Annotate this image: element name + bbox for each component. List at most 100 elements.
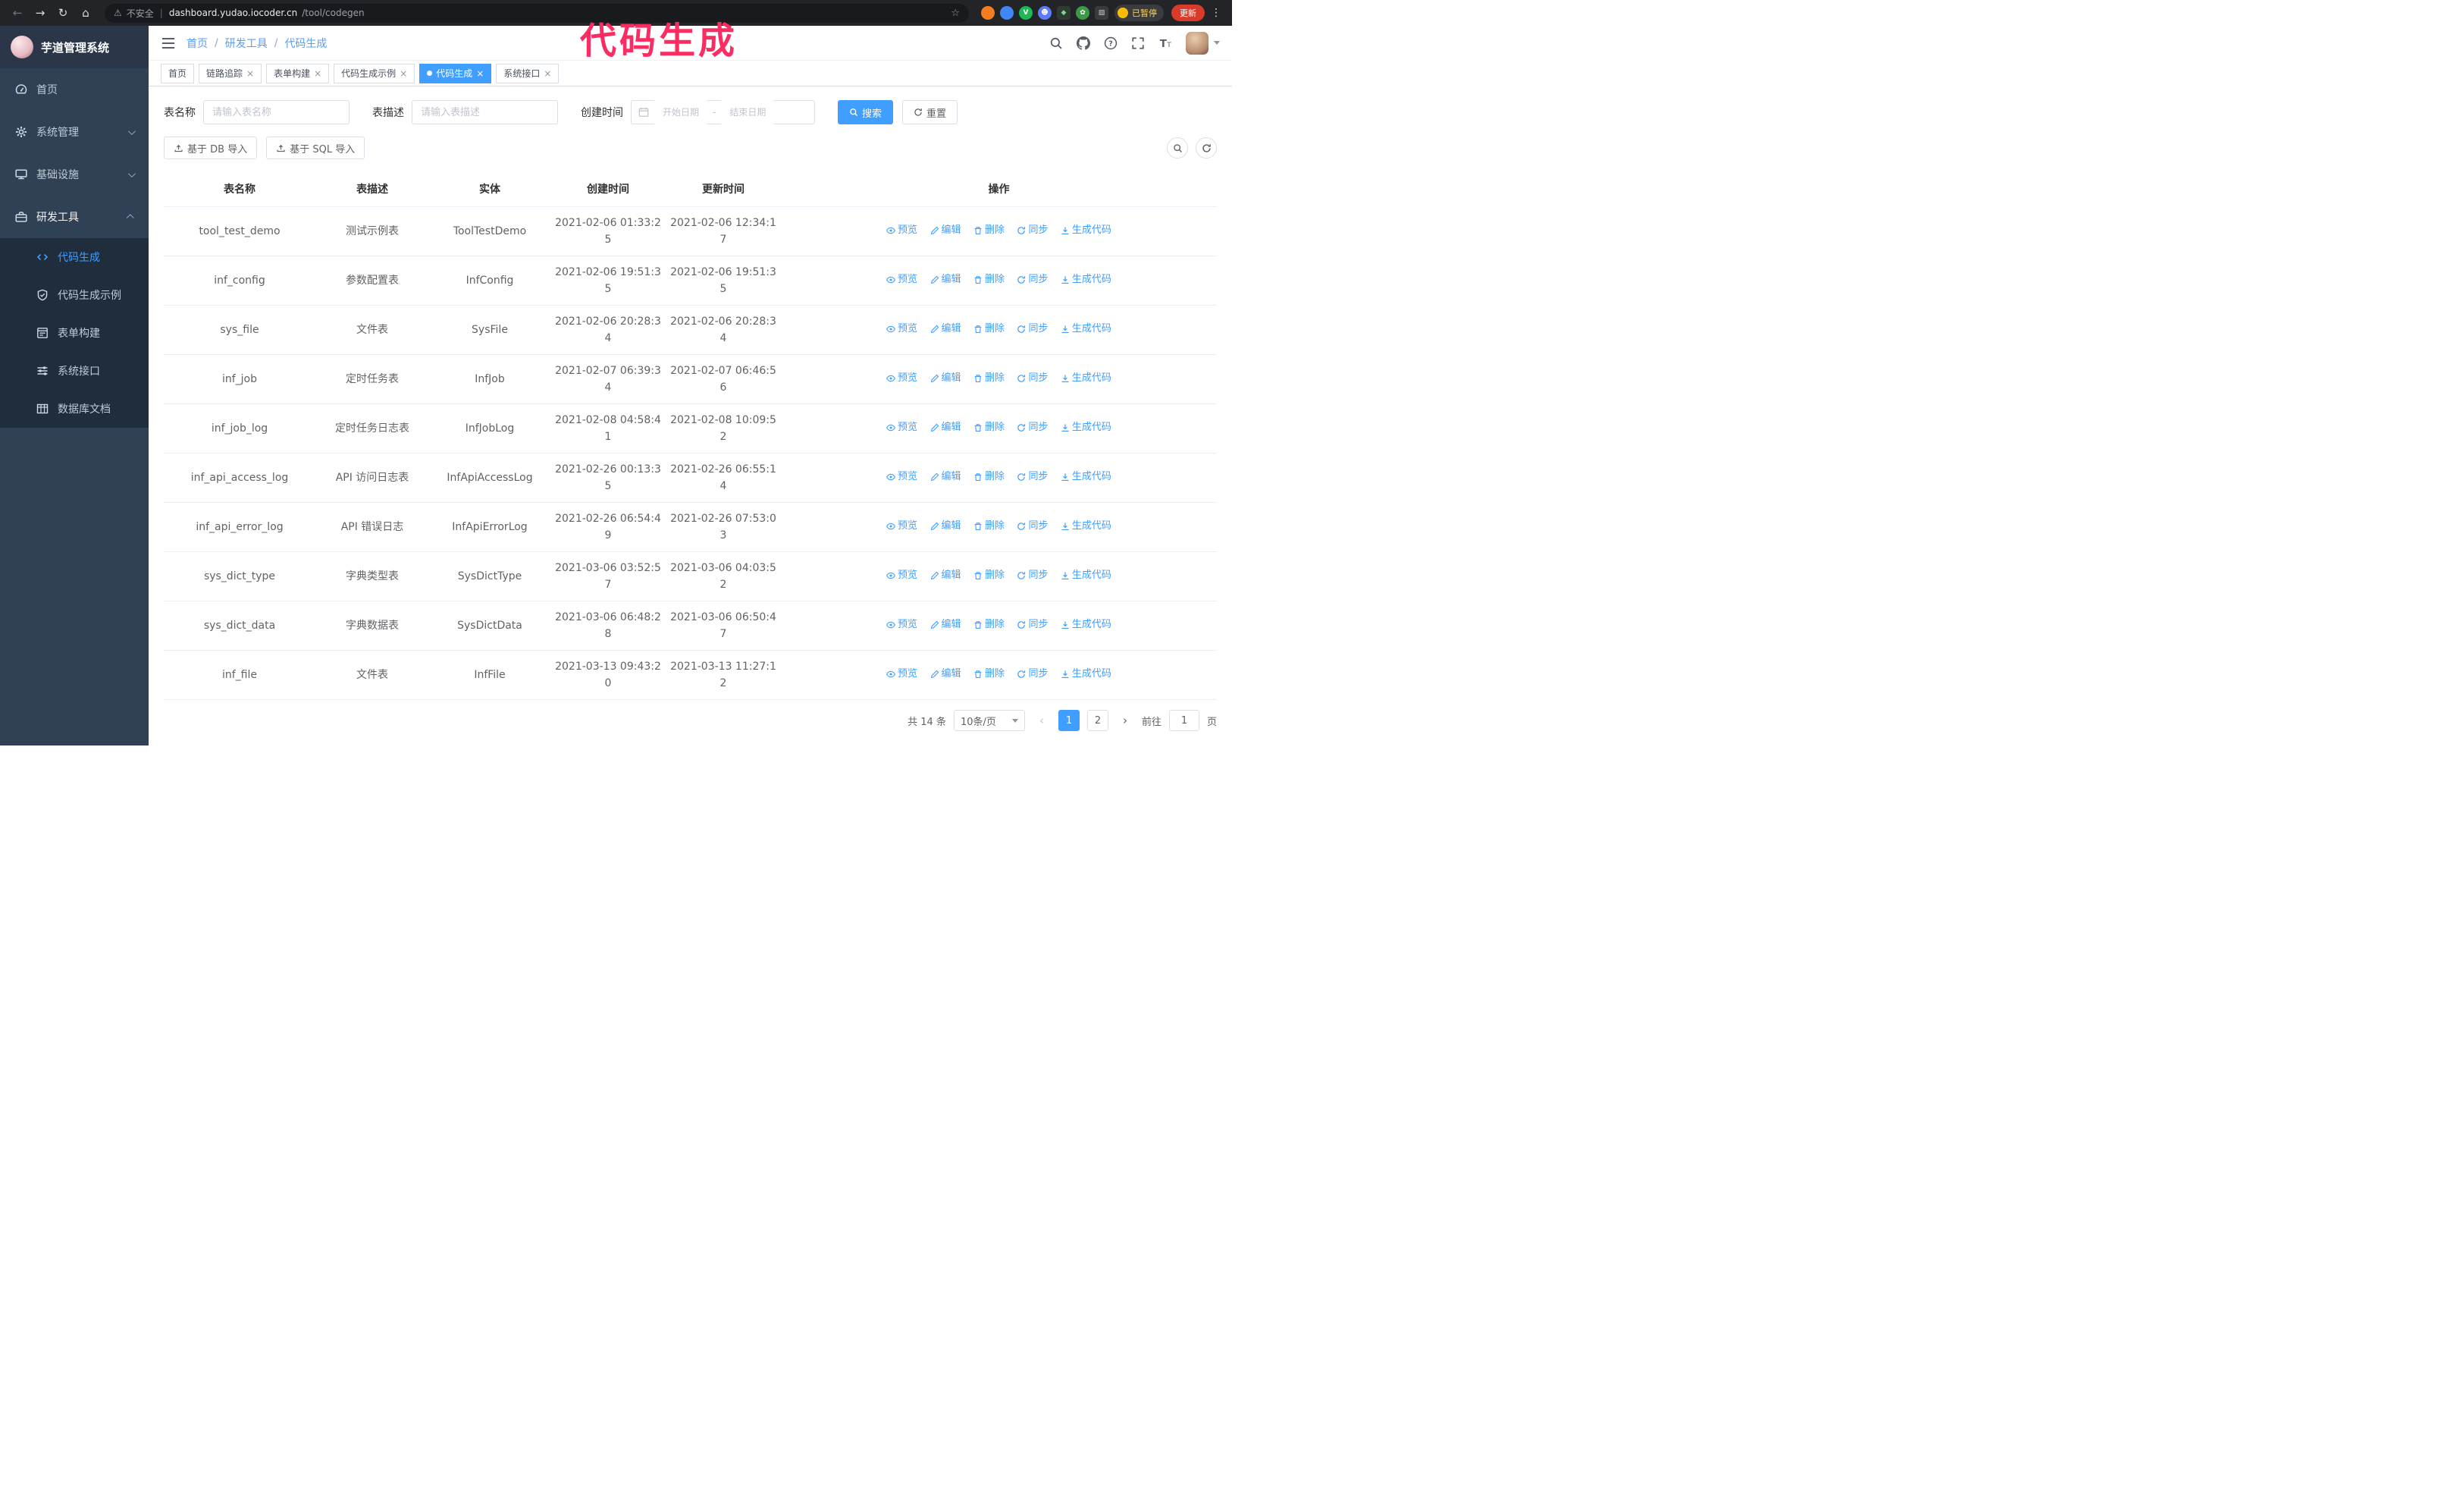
help-icon[interactable]: ? <box>1104 36 1118 50</box>
edit-link[interactable]: 编辑 <box>930 666 961 683</box>
close-icon[interactable]: × <box>476 69 484 78</box>
fullscreen-icon[interactable] <box>1131 36 1145 50</box>
delete-link[interactable]: 删除 <box>973 419 1005 436</box>
github-icon[interactable] <box>1077 36 1090 50</box>
sidebar-item-database-doc[interactable]: 数据库文档 <box>0 390 149 428</box>
delete-link[interactable]: 删除 <box>973 567 1005 584</box>
prev-page-button[interactable]: ‹ <box>1033 710 1051 731</box>
edit-link[interactable]: 编辑 <box>930 469 961 485</box>
extension-blue-icon[interactable] <box>1000 6 1014 20</box>
edit-link[interactable]: 编辑 <box>930 370 961 387</box>
generate-code-link[interactable]: 生成代码 <box>1061 617 1111 633</box>
preview-link[interactable]: 预览 <box>886 321 917 337</box>
edit-link[interactable]: 编辑 <box>930 617 961 633</box>
end-date-input[interactable] <box>720 100 776 124</box>
generate-code-link[interactable]: 生成代码 <box>1061 419 1111 436</box>
preview-link[interactable]: 预览 <box>886 222 917 239</box>
puzzle-icon[interactable]: ▨ <box>1095 6 1108 20</box>
close-icon[interactable]: × <box>400 69 407 78</box>
breadcrumb-devtools[interactable]: 研发工具 <box>225 36 268 51</box>
reload-icon[interactable]: ↻ <box>53 3 73 23</box>
close-icon[interactable]: × <box>544 69 551 78</box>
home-icon[interactable]: ⌂ <box>76 3 96 23</box>
delete-link[interactable]: 删除 <box>973 222 1005 239</box>
extension-leaf-icon[interactable]: ✿ <box>1076 6 1089 20</box>
extension-people-icon[interactable]: ☻ <box>1038 6 1052 20</box>
sync-link[interactable]: 同步 <box>1017 321 1048 337</box>
user-menu[interactable] <box>1186 31 1220 55</box>
tab-system-api[interactable]: 系统接口 × <box>496 63 560 83</box>
generate-code-link[interactable]: 生成代码 <box>1061 469 1111 485</box>
generate-code-link[interactable]: 生成代码 <box>1061 272 1111 288</box>
sidebar-item-form-builder[interactable]: 表单构建 <box>0 314 149 352</box>
goto-page-input[interactable] <box>1168 710 1199 731</box>
generate-code-link[interactable]: 生成代码 <box>1061 370 1111 387</box>
delete-link[interactable]: 删除 <box>973 272 1005 288</box>
search-button[interactable]: 搜索 <box>838 100 894 124</box>
delete-link[interactable]: 删除 <box>973 321 1005 337</box>
tab-trace[interactable]: 链路追踪 × <box>199 63 262 83</box>
generate-code-link[interactable]: 生成代码 <box>1061 321 1111 337</box>
generate-code-link[interactable]: 生成代码 <box>1061 666 1111 683</box>
browser-update-button[interactable]: 更新 <box>1171 5 1205 21</box>
reset-button[interactable]: 重置 <box>902 100 958 124</box>
sidebar-item-dev-tools[interactable]: 研发工具 <box>0 196 149 238</box>
sync-link[interactable]: 同步 <box>1017 469 1048 485</box>
sidebar-item-code-generation-example[interactable]: 代码生成示例 <box>0 276 149 314</box>
sidebar-item-home[interactable]: 首页 <box>0 68 149 111</box>
table-desc-input[interactable] <box>412 100 558 124</box>
edit-link[interactable]: 编辑 <box>930 272 961 288</box>
extension-orange-icon[interactable] <box>981 6 995 20</box>
tab-home[interactable]: 首页 <box>161 63 195 83</box>
sync-link[interactable]: 同步 <box>1017 666 1048 683</box>
start-date-input[interactable] <box>654 100 708 124</box>
edit-link[interactable]: 编辑 <box>930 321 961 337</box>
sync-link[interactable]: 同步 <box>1017 518 1048 535</box>
sidebar-item-code-generation[interactable]: 代码生成 <box>0 238 149 276</box>
sync-link[interactable]: 同步 <box>1017 617 1048 633</box>
preview-link[interactable]: 预览 <box>886 469 917 485</box>
preview-link[interactable]: 预览 <box>886 666 917 683</box>
edit-link[interactable]: 编辑 <box>930 518 961 535</box>
sync-link[interactable]: 同步 <box>1017 272 1048 288</box>
sidebar-item-system-management[interactable]: 系统管理 <box>0 111 149 153</box>
extension-dark-icon[interactable]: ◆ <box>1057 6 1071 20</box>
next-page-button[interactable]: › <box>1116 710 1134 731</box>
page-button-2[interactable]: 2 <box>1086 710 1108 731</box>
back-arrow-icon[interactable]: ← <box>8 3 27 23</box>
sidebar-item-infrastructure[interactable]: 基础设施 <box>0 153 149 196</box>
breadcrumb-home[interactable]: 首页 <box>187 36 208 51</box>
browser-menu-icon[interactable]: ⋮ <box>1208 7 1224 19</box>
date-range-picker[interactable]: - <box>631 100 815 124</box>
delete-link[interactable]: 删除 <box>973 469 1005 485</box>
bookmark-star-icon[interactable]: ☆ <box>951 8 960 19</box>
address-bar[interactable]: ⚠ 不安全 | dashboard.yudao.iocoder.cn/tool/… <box>105 3 969 23</box>
refresh-button[interactable] <box>1196 137 1217 159</box>
search-icon[interactable] <box>1049 36 1063 50</box>
page-size-select[interactable]: 10条/页 <box>953 710 1025 731</box>
tab-codegen[interactable]: 代码生成 × <box>419 63 492 83</box>
import-sql-button[interactable]: 基于 SQL 导入 <box>266 137 365 159</box>
preview-link[interactable]: 预览 <box>886 518 917 535</box>
delete-link[interactable]: 删除 <box>973 518 1005 535</box>
extension-green-v-icon[interactable]: V <box>1019 6 1033 20</box>
preview-link[interactable]: 预览 <box>886 617 917 633</box>
sync-link[interactable]: 同步 <box>1017 567 1048 584</box>
font-size-icon[interactable]: TT <box>1158 36 1172 50</box>
preview-link[interactable]: 预览 <box>886 370 917 387</box>
page-button-1[interactable]: 1 <box>1058 710 1080 731</box>
tab-form-builder[interactable]: 表单构建 × <box>266 63 330 83</box>
generate-code-link[interactable]: 生成代码 <box>1061 518 1111 535</box>
search-toggle-button[interactable] <box>1167 137 1188 159</box>
edit-link[interactable]: 编辑 <box>930 419 961 436</box>
tab-codegen-example[interactable]: 代码生成示例 × <box>334 63 415 83</box>
sync-link[interactable]: 同步 <box>1017 419 1048 436</box>
delete-link[interactable]: 删除 <box>973 666 1005 683</box>
delete-link[interactable]: 删除 <box>973 617 1005 633</box>
preview-link[interactable]: 预览 <box>886 419 917 436</box>
preview-link[interactable]: 预览 <box>886 272 917 288</box>
preview-link[interactable]: 预览 <box>886 567 917 584</box>
table-name-input[interactable] <box>203 100 350 124</box>
browser-profile-chip[interactable]: 已暂停 <box>1114 5 1164 21</box>
sidebar-item-system-api[interactable]: 系统接口 <box>0 352 149 390</box>
